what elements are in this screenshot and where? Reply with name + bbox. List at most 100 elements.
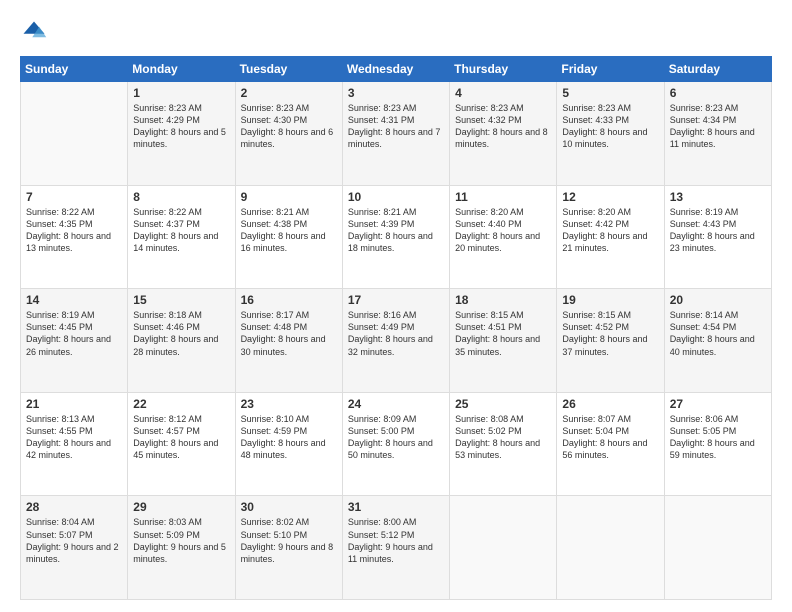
day-info: Sunrise: 8:02 AMSunset: 5:10 PMDaylight:… xyxy=(241,516,337,565)
calendar-cell: 24 Sunrise: 8:09 AMSunset: 5:00 PMDayligh… xyxy=(342,392,449,496)
logo xyxy=(20,18,52,46)
day-number: 13 xyxy=(670,190,766,204)
calendar-cell xyxy=(557,496,664,600)
calendar-cell: 15Sunrise: 8:18 AMSunset: 4:46 PMDayligh… xyxy=(128,289,235,393)
daylight-text: Daylight: 8 hours and 18 minutes. xyxy=(348,231,433,253)
day-info: Sunrise: 8:17 AMSunset: 4:48 PMDaylight:… xyxy=(241,309,337,358)
calendar-cell: 10Sunrise: 8:21 AMSunset: 4:39 PMDayligh… xyxy=(342,185,449,289)
sunset-text: Sunset: 4:52 PM xyxy=(562,322,629,332)
day-info: Sunrise: 8:23 AMSunset: 4:34 PMDaylight:… xyxy=(670,102,766,151)
calendar-cell xyxy=(450,496,557,600)
sunrise-text: Sunrise: 8:20 AM xyxy=(455,207,524,217)
calendar-cell: 12 Sunrise: 8:20 AM Sunset: 4:42 PM Dayligh… xyxy=(557,185,664,289)
calendar-cell: 7 Sunrise: 8:22 AMSunset: 4:35 PMDaylight… xyxy=(21,185,128,289)
day-number: 12 xyxy=(562,190,658,204)
sunset-text: Sunset: 4:45 PM xyxy=(26,322,93,332)
daylight-text: Daylight: 8 hours and 28 minutes. xyxy=(133,334,218,356)
sunrise-text: Sunrise: 8:19 AM xyxy=(670,207,739,217)
day-number: 26 xyxy=(562,397,658,411)
sunrise-text: Sunrise: 8:19 AM xyxy=(26,310,95,320)
day-number: 6 xyxy=(670,86,766,100)
calendar-cell: 11Sunrise: 8:20 AMSunset: 4:40 PMDayligh… xyxy=(450,185,557,289)
sunset-text: Sunset: 4:42 PM xyxy=(562,219,629,229)
sunrise-text: Sunrise: 8:18 AM xyxy=(133,310,202,320)
day-header-thursday: Thursday xyxy=(450,57,557,82)
daylight-text: Daylight: 8 hours and 48 minutes. xyxy=(241,438,326,460)
day-info: Sunrise: 8:15 AMSunset: 4:51 PMDaylight:… xyxy=(455,309,551,358)
daylight-text: Daylight: 8 hours and 42 minutes. xyxy=(26,438,111,460)
day-number: 23 xyxy=(241,397,337,411)
daylight-text: Daylight: 8 hours and 20 minutes. xyxy=(455,231,540,253)
calendar-cell: 1Sunrise: 8:23 AMSunset: 4:29 PMDaylight… xyxy=(128,82,235,186)
sunset-text: Sunset: 4:39 PM xyxy=(348,219,415,229)
day-number: 29 xyxy=(133,500,229,514)
calendar-week-2: 14Sunrise: 8:19 AMSunset: 4:45 PMDayligh… xyxy=(21,289,772,393)
calendar-cell: 23 Sunrise: 8:10 AMSunset: 4:59 PMDayligh… xyxy=(235,392,342,496)
day-info: Sunrise: 8:09 AMSunset: 5:00 PMDaylight:… xyxy=(348,413,444,462)
day-number: 20 xyxy=(670,293,766,307)
calendar-cell: 26 Sunrise: 8:07 AMSunset: 5:04 PMDayligh… xyxy=(557,392,664,496)
day-number: 4 xyxy=(455,86,551,100)
sunrise-text: Sunrise: 8:23 AM xyxy=(133,103,202,113)
day-info: Sunrise: 8:20 AM Sunset: 4:42 PM Daylight:… xyxy=(562,206,658,255)
day-info: Sunrise: 8:22 AMSunset: 4:35 PMDaylight:… xyxy=(26,206,122,255)
sunset-text: Sunset: 4:55 PM xyxy=(26,426,93,436)
sunset-text: Sunset: 4:49 PM xyxy=(348,322,415,332)
day-header-wednesday: Wednesday xyxy=(342,57,449,82)
day-number: 10 xyxy=(348,190,444,204)
sunset-text: Sunset: 5:07 PM xyxy=(26,530,93,540)
daylight-text: Daylight: 9 hours and 5 minutes. xyxy=(133,542,226,564)
sunrise-text: Sunrise: 8:17 AM xyxy=(241,310,310,320)
day-info: Sunrise: 8:23 AMSunset: 4:30 PMDaylight:… xyxy=(241,102,337,151)
sunset-text: Sunset: 4:48 PM xyxy=(241,322,308,332)
calendar-cell: 25Sunrise: 8:08 AMSunset: 5:02 PMDayligh… xyxy=(450,392,557,496)
day-number: 2 xyxy=(241,86,337,100)
sunrise-text: Sunrise: 8:23 AM xyxy=(348,103,417,113)
sunrise-text: Sunrise: 8:16 AM xyxy=(348,310,417,320)
sunset-text: Sunset: 4:34 PM xyxy=(670,115,737,125)
sunset-text: Sunset: 5:05 PM xyxy=(670,426,737,436)
logo-icon xyxy=(20,18,48,46)
calendar-cell: 9Sunrise: 8:21 AMSunset: 4:38 PMDaylight… xyxy=(235,185,342,289)
day-info: Sunrise: 8:10 AMSunset: 4:59 PMDaylight:… xyxy=(241,413,337,462)
day-info: Sunrise: 8:06 AMSunset: 5:05 PMDaylight:… xyxy=(670,413,766,462)
sunset-text: Sunset: 4:40 PM xyxy=(455,219,522,229)
calendar-cell: 21Sunrise: 8:13 AMSunset: 4:55 PMDayligh… xyxy=(21,392,128,496)
daylight-text: Daylight: 8 hours and 35 minutes. xyxy=(455,334,540,356)
day-number: 7 xyxy=(26,190,122,204)
sunrise-text: Sunrise: 8:20 AM xyxy=(562,207,631,217)
day-number: 21 xyxy=(26,397,122,411)
sunset-text: Sunset: 4:32 PM xyxy=(455,115,522,125)
sunset-text: Sunset: 4:57 PM xyxy=(133,426,200,436)
daylight-text: Daylight: 8 hours and 59 minutes. xyxy=(670,438,755,460)
day-info: Sunrise: 8:20 AM Sunset: 4:40 PM Daylight:… xyxy=(455,206,551,255)
day-info: Sunrise: 8:12 AMSunset: 4:57 PMDaylight:… xyxy=(133,413,229,462)
calendar-cell: 5Sunrise: 8:23 AMSunset: 4:33 PMDaylight… xyxy=(557,82,664,186)
day-info: Sunrise: 8:15 AMSunset: 4:52 PMDaylight:… xyxy=(562,309,658,358)
sunrise-text: Sunrise: 8:21 AM xyxy=(241,207,310,217)
day-header-tuesday: Tuesday xyxy=(235,57,342,82)
sunrise-text: Sunrise: 8:04 AM xyxy=(26,517,95,527)
calendar-week-0: 1Sunrise: 8:23 AMSunset: 4:29 PMDaylight… xyxy=(21,82,772,186)
daylight-text: Daylight: 8 hours and 21 minutes. xyxy=(562,231,647,253)
sunset-text: Sunset: 5:00 PM xyxy=(348,426,415,436)
day-header-sunday: Sunday xyxy=(21,57,128,82)
day-number: 27 xyxy=(670,397,766,411)
sunset-text: Sunset: 4:59 PM xyxy=(241,426,308,436)
calendar-header-row: SundayMondayTuesdayWednesdayThursdayFrid… xyxy=(21,57,772,82)
day-info: Sunrise: 8:14 AMSunset: 4:54 PMDaylight:… xyxy=(670,309,766,358)
sunset-text: Sunset: 4:35 PM xyxy=(26,219,93,229)
day-number: 24 xyxy=(348,397,444,411)
day-number: 25 xyxy=(455,397,551,411)
day-info: Sunrise: 8:07 AMSunset: 5:04 PMDaylight:… xyxy=(562,413,658,462)
sunset-text: Sunset: 5:02 PM xyxy=(455,426,522,436)
sunrise-text: Sunrise: 8:22 AM xyxy=(133,207,202,217)
daylight-text: Daylight: 8 hours and 37 minutes. xyxy=(562,334,647,356)
sunrise-text: Sunrise: 8:15 AM xyxy=(455,310,524,320)
daylight-text: Daylight: 8 hours and 14 minutes. xyxy=(133,231,218,253)
calendar-cell xyxy=(21,82,128,186)
sunrise-text: Sunrise: 8:08 AM xyxy=(455,414,524,424)
calendar-cell: 29Sunrise: 8:03 AMSunset: 5:09 PMDayligh… xyxy=(128,496,235,600)
day-number: 15 xyxy=(133,293,229,307)
calendar-cell: 14Sunrise: 8:19 AMSunset: 4:45 PMDayligh… xyxy=(21,289,128,393)
